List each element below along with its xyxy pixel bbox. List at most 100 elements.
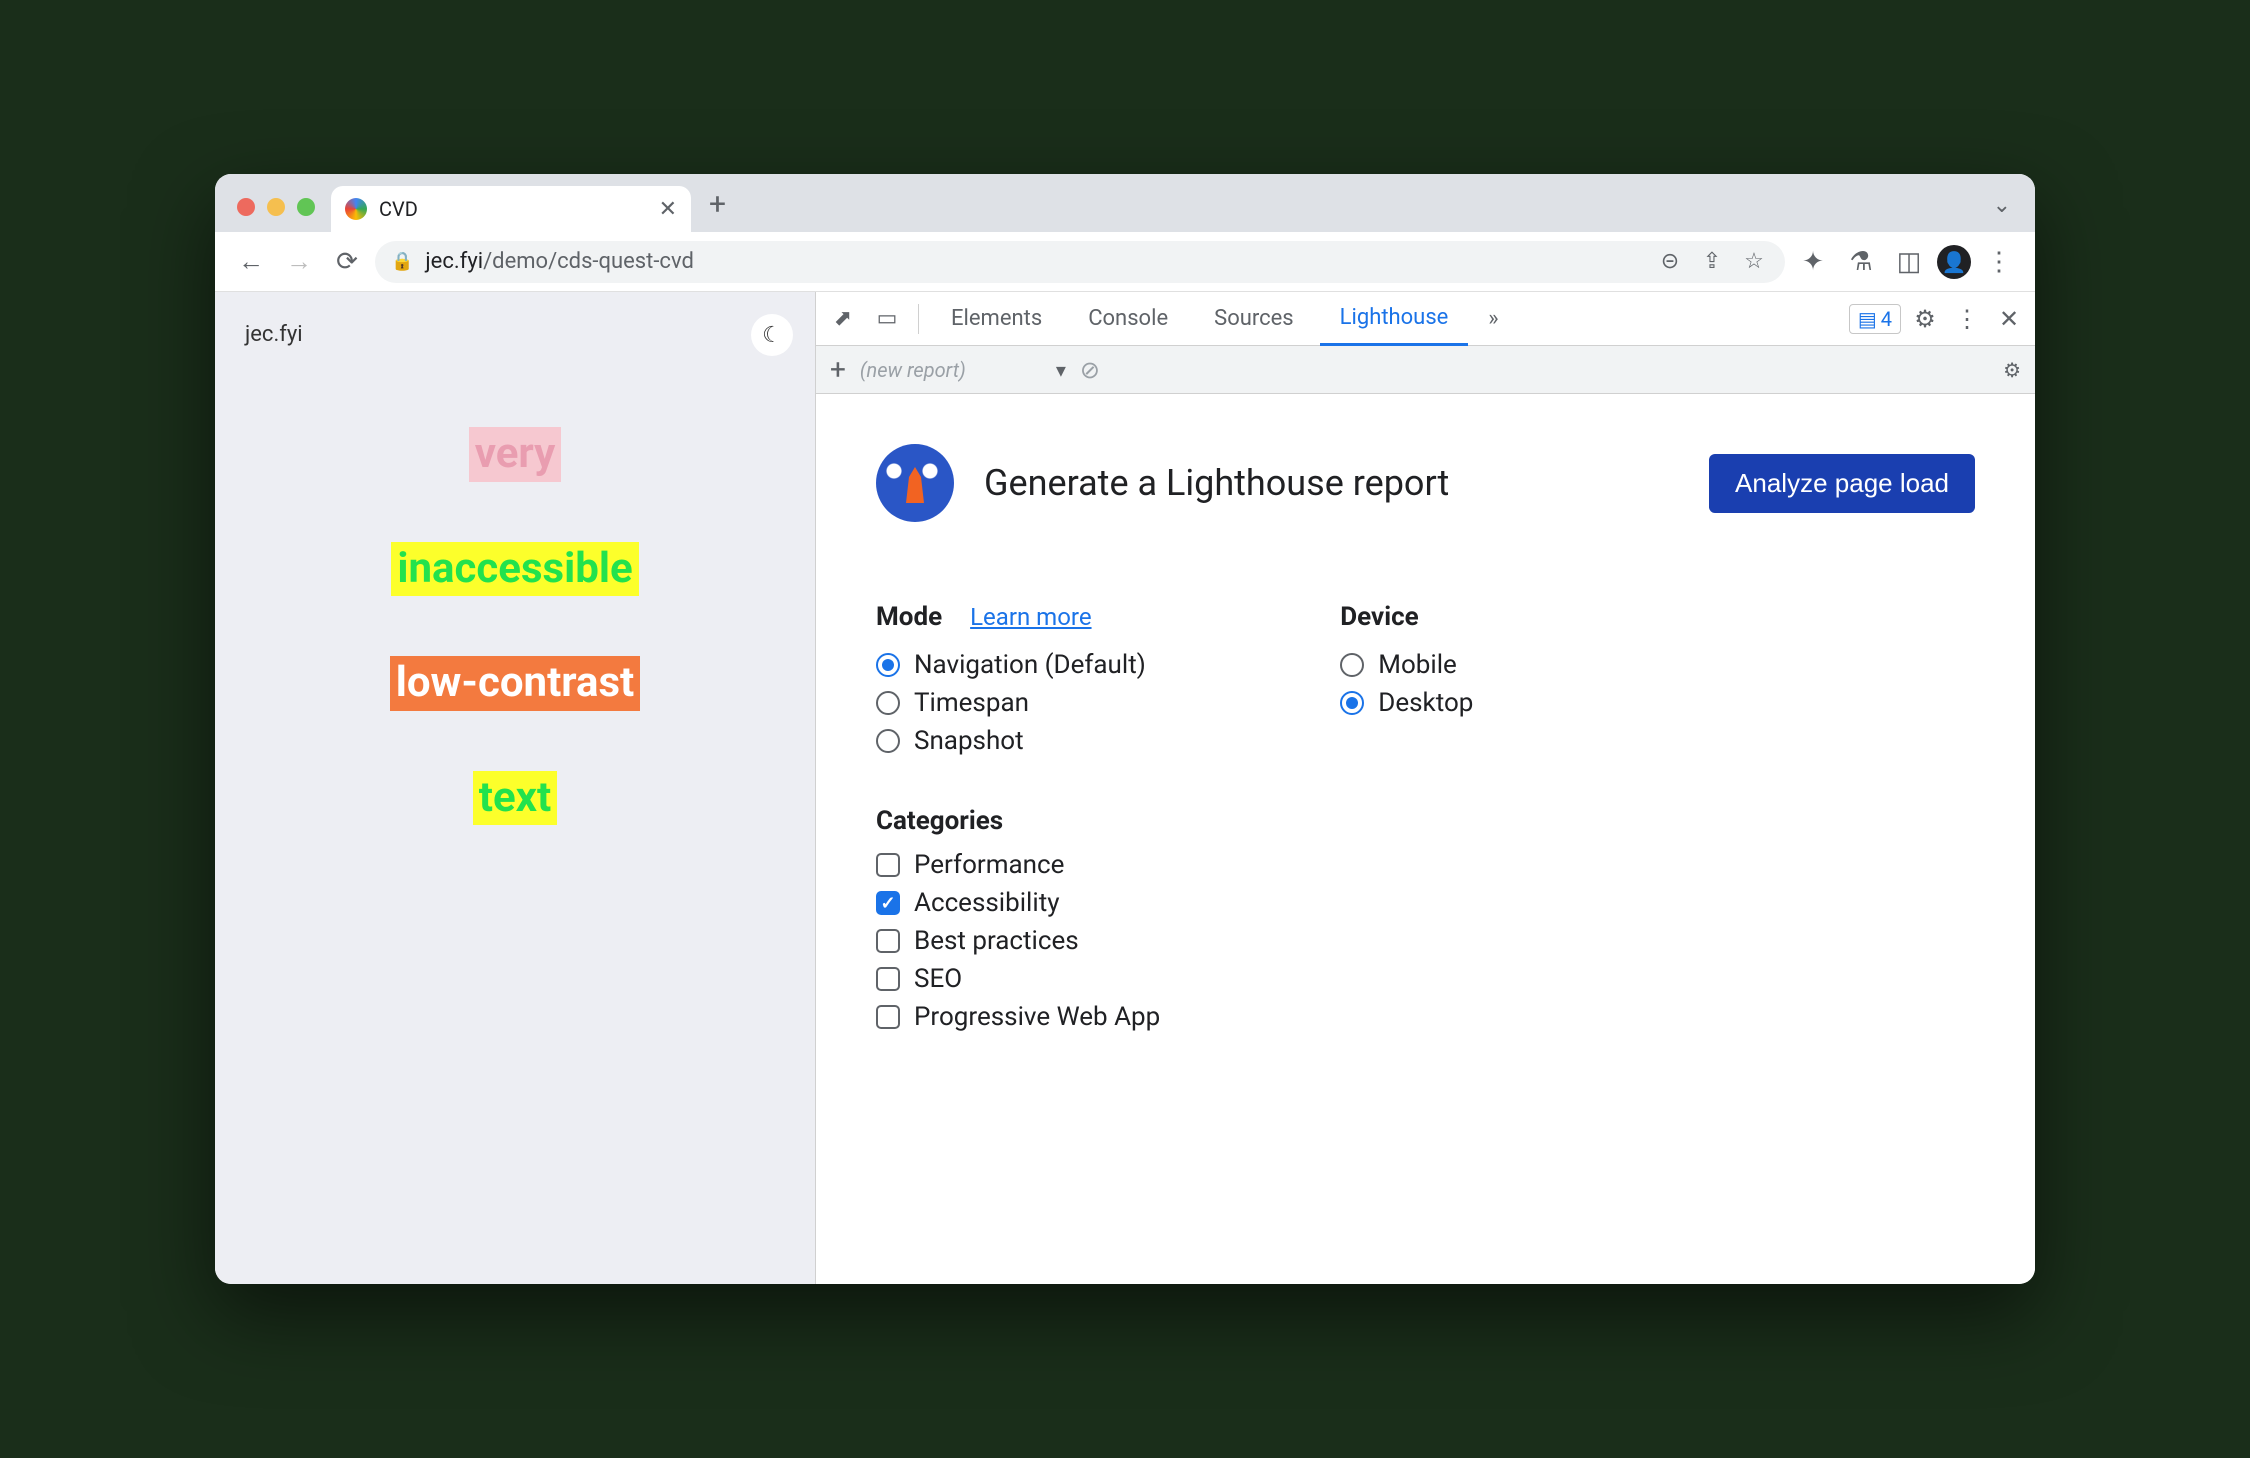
device-option-label: Mobile [1378,650,1457,680]
analyze-button[interactable]: Analyze page load [1709,454,1975,513]
device-label: Device [1340,602,1473,632]
favicon-icon [345,198,367,220]
sample-text-2: inaccessible [391,542,638,597]
mode-option[interactable]: Navigation (Default) [876,650,1160,680]
radio-icon [876,691,900,715]
device-column: Device Mobile Desktop [1340,602,1473,1040]
devtools-close-icon[interactable]: ✕ [1991,305,2027,333]
browser-window: CVD ✕ + ⌄ ← → ⟳ 🔒 jec.fyi/demo/cds-quest… [215,174,2035,1284]
more-tabs-icon[interactable]: » [1474,306,1512,331]
categories-label: Categories [876,806,1160,836]
devtools-menu-icon[interactable]: ⋮ [1949,305,1985,333]
profile-avatar-icon[interactable]: 👤 [1937,245,1971,279]
lighthouse-settings-icon[interactable]: ⚙ [2003,358,2021,382]
device-option[interactable]: Desktop [1340,688,1473,718]
category-option[interactable]: Accessibility [876,888,1160,918]
tab-lighthouse[interactable]: Lighthouse [1320,293,1469,346]
device-option[interactable]: Mobile [1340,650,1473,680]
category-option[interactable]: SEO [876,964,1160,994]
tab-elements[interactable]: Elements [931,292,1062,345]
side-panel-icon[interactable]: ◫ [1889,242,1929,282]
devtools-settings-icon[interactable]: ⚙ [1907,305,1943,333]
mode-column: Mode Learn more Navigation (Default) Time… [876,602,1160,1040]
clear-icon[interactable]: ⊘ [1080,356,1100,384]
browser-tab[interactable]: CVD ✕ [331,186,691,232]
lock-icon: 🔒 [391,251,413,272]
share-icon[interactable]: ⇪ [1697,249,1727,274]
separator [918,304,919,334]
rendered-page: jec.fyi ☾ very inaccessible low-contrast… [215,292,815,1284]
browser-toolbar: ← → ⟳ 🔒 jec.fyi/demo/cds-quest-cvd ⊝ ⇪ ☆… [215,232,2035,292]
checkbox-icon [876,891,900,915]
sample-text-group: very inaccessible low-contrast text [245,427,785,825]
address-bar[interactable]: 🔒 jec.fyi/demo/cds-quest-cvd ⊝ ⇪ ☆ [375,241,1785,283]
moon-icon: ☾ [762,323,782,348]
checkbox-icon [876,853,900,877]
issues-count: 4 [1881,307,1892,331]
category-option[interactable]: Performance [876,850,1160,880]
sample-text-1: very [469,427,562,482]
categories-section: Categories Performance Accessibility Best … [876,806,1160,1032]
sample-text-3: low-contrast [390,656,641,711]
mode-label: Mode [876,602,942,632]
url-text: jec.fyi/demo/cds-quest-cvd [425,249,1643,274]
zoom-icon[interactable]: ⊝ [1655,249,1685,274]
url-host: jec.fyi [425,249,483,274]
category-option-label: Performance [914,850,1064,880]
mode-option[interactable]: Timespan [876,688,1160,718]
radio-icon [1340,653,1364,677]
category-option[interactable]: Progressive Web App [876,1002,1160,1032]
issues-badge[interactable]: ▤ 4 [1849,304,1901,334]
mode-option-label: Snapshot [914,726,1024,756]
category-option-label: Accessibility [914,888,1060,918]
device-option-label: Desktop [1378,688,1473,718]
new-report-button[interactable]: + [830,353,846,386]
lighthouse-header: Generate a Lighthouse report Analyze pag… [876,444,1975,522]
lighthouse-toolbar: + (new report) ⊘ ⚙ [816,346,2035,394]
page-brand: jec.fyi [245,322,785,347]
tab-console[interactable]: Console [1068,292,1188,345]
report-selector-label: (new report) [860,358,966,382]
category-option-label: Best practices [914,926,1079,956]
report-selector[interactable]: (new report) [860,358,1066,382]
checkbox-icon [876,967,900,991]
tab-title: CVD [379,197,647,221]
new-tab-button[interactable]: + [691,187,744,232]
radio-icon [876,653,900,677]
maximize-window-icon[interactable] [297,198,315,216]
learn-more-link[interactable]: Learn more [970,603,1091,631]
bookmark-star-icon[interactable]: ☆ [1739,249,1769,274]
checkbox-icon [876,929,900,953]
lighthouse-logo-icon [876,444,954,522]
checkbox-icon [876,1005,900,1029]
inspect-element-icon[interactable]: ⬈ [824,306,862,331]
back-button[interactable]: ← [231,242,271,282]
dark-mode-toggle[interactable]: ☾ [751,314,793,356]
extensions-icon[interactable]: ✦ [1793,242,1833,282]
forward-button: → [279,242,319,282]
devtools-panel: ⬈ ▭ Elements Console Sources Lighthouse … [815,292,2035,1284]
reload-button[interactable]: ⟳ [327,242,367,282]
device-toolbar-icon[interactable]: ▭ [868,306,906,331]
lighthouse-body: Generate a Lighthouse report Analyze pag… [816,394,2035,1284]
close-window-icon[interactable] [237,198,255,216]
close-tab-icon[interactable]: ✕ [659,197,677,222]
content-area: jec.fyi ☾ very inaccessible low-contrast… [215,292,2035,1284]
mode-option-label: Timespan [914,688,1029,718]
tab-sources[interactable]: Sources [1194,292,1314,345]
radio-icon [1340,691,1364,715]
minimize-window-icon[interactable] [267,198,285,216]
mode-option[interactable]: Snapshot [876,726,1160,756]
category-option-label: SEO [914,964,962,994]
category-option[interactable]: Best practices [876,926,1160,956]
lighthouse-options: Mode Learn more Navigation (Default) Time… [876,602,1975,1040]
url-path: /demo/cds-quest-cvd [483,249,694,274]
labs-icon[interactable]: ⚗ [1841,242,1881,282]
browser-menu-icon[interactable]: ⋮ [1979,242,2019,282]
mode-option-label: Navigation (Default) [914,650,1146,680]
devtools-tabbar: ⬈ ▭ Elements Console Sources Lighthouse … [816,292,2035,346]
issues-icon: ▤ [1858,307,1877,331]
sample-text-4: text [473,771,557,826]
mode-heading: Mode Learn more [876,602,1160,632]
tab-list-chevron-icon[interactable]: ⌄ [1993,193,2035,232]
